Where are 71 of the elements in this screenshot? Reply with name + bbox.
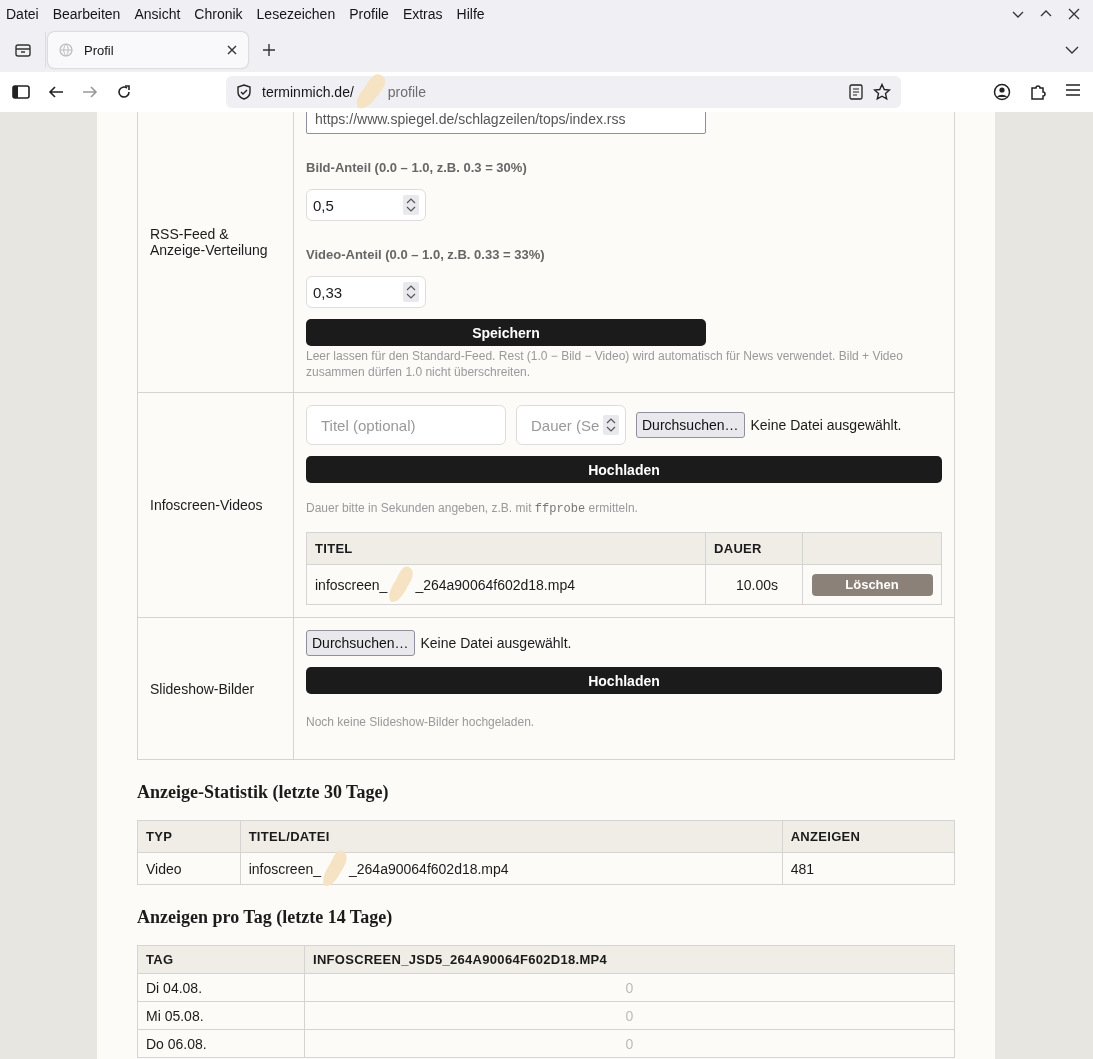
shield-icon xyxy=(236,84,252,100)
menu-item[interactable]: Extras xyxy=(402,6,443,22)
reload-icon[interactable] xyxy=(116,84,132,100)
field-label: Video-Anteil (0.0 – 1.0, z.B. 0.33 = 33%) xyxy=(306,247,545,262)
menu-item[interactable]: Bearbeiten xyxy=(52,6,121,22)
table-cell: Mi 05.08. xyxy=(137,1001,305,1030)
table-cell: Di 04.08. xyxy=(137,973,305,1002)
redaction-mark xyxy=(321,848,349,889)
column-header: ANZEIGEN xyxy=(782,820,955,853)
star-icon[interactable] xyxy=(873,83,891,101)
setting-label: Infoscreen-Videos xyxy=(150,497,263,513)
save-button[interactable]: Speichern xyxy=(306,319,706,346)
forward-icon xyxy=(82,84,98,100)
redaction-mark xyxy=(387,564,416,605)
tab-overview-icon[interactable] xyxy=(13,42,32,58)
table-cell: 0 xyxy=(304,1029,955,1058)
close-icon[interactable] xyxy=(1067,7,1081,21)
column-header: INFOSCREEN_JSD5_264A90064F602D18.MP4 xyxy=(304,945,955,974)
menu-item[interactable]: Ansicht xyxy=(134,6,181,22)
hint-text: Dauer bitte in Sekunden angeben, z.B. mit ffprobe ermitteln. xyxy=(306,500,638,517)
column-header: DAUER xyxy=(705,532,803,565)
address-bar[interactable]: terminmich.de/ profile xyxy=(226,76,901,108)
table-cell: Do 06.08. xyxy=(137,1029,305,1058)
column-header: TITEL xyxy=(306,532,706,565)
table-cell: 0 xyxy=(304,973,955,1002)
section-heading: Anzeige-Statistik (letzte 30 Tage) xyxy=(137,782,390,803)
hint-text: Leer lassen für den Standard-Feed. Rest (1.0 − Bild − Video) wird automatisch für News verwendet. Bild + Video zusammen dürfen 1.0 nicht überschreiten. xyxy=(306,348,904,380)
table-cell: infoscreen_ _264a90064f602d18.mp4 xyxy=(306,564,706,605)
spinner-icon[interactable] xyxy=(403,195,419,215)
column-header: TYP xyxy=(137,820,241,853)
menu-item[interactable]: Profile xyxy=(349,6,389,22)
browse-button[interactable]: Durchsuchen… xyxy=(306,630,415,656)
column-header: TAG xyxy=(137,945,305,974)
table-cell: 10.00s xyxy=(705,564,803,605)
globe-icon xyxy=(58,42,74,58)
close-icon[interactable] xyxy=(226,44,238,56)
extensions-icon[interactable] xyxy=(1029,83,1047,101)
table-cell: 481 xyxy=(782,852,955,885)
browser-tab[interactable]: Profil xyxy=(48,32,248,68)
menu-item[interactable]: Hilfe xyxy=(456,6,485,22)
menu-item[interactable]: Lesezeichen xyxy=(256,6,336,22)
table-cell: infoscreen_ _264a90064f602d18.mp4 xyxy=(240,852,783,885)
input-field[interactable]: https://www.spiegel.de/schlagzeilen/tops/index.rss xyxy=(306,112,706,134)
spinner-icon[interactable] xyxy=(403,282,419,302)
sidebar-icon[interactable] xyxy=(12,85,30,99)
menu-item[interactable]: Chronik xyxy=(194,6,243,22)
setting-label: RSS-Feed & Anzeige-Verteilung xyxy=(150,226,269,258)
column-header: TITEL/DATEI xyxy=(240,820,783,853)
field-label: Bild-Anteil (0.0 – 1.0, z.B. 0.3 = 30%) xyxy=(306,160,527,175)
reader-view-icon[interactable] xyxy=(849,84,863,100)
file-status: Keine Datei ausgewählt. xyxy=(420,635,572,651)
upload-button[interactable]: Hochladen xyxy=(306,667,942,694)
menu-item[interactable]: Datei xyxy=(6,6,39,22)
url-host: terminmich.de/ xyxy=(262,84,354,100)
table-cell: 0 xyxy=(304,1001,955,1030)
table-cell: Video xyxy=(137,852,241,885)
menu-icon[interactable] xyxy=(1065,83,1081,97)
browse-button[interactable]: Durchsuchen… xyxy=(636,412,745,438)
plus-icon[interactable] xyxy=(262,43,276,57)
number-field[interactable]: 0,5 xyxy=(306,189,426,221)
file-status: Keine Datei ausgewählt. xyxy=(750,417,902,433)
back-icon[interactable] xyxy=(48,84,64,100)
setting-label: Slideshow-Bilder xyxy=(150,680,255,697)
upload-button[interactable]: Hochladen xyxy=(306,456,942,483)
delete-button[interactable]: Löschen xyxy=(811,573,933,596)
number-field[interactable]: 0,33 xyxy=(306,276,426,308)
url-path: profile xyxy=(387,84,426,100)
hint-text: Noch keine Slideshow-Bilder hochgeladen. xyxy=(306,714,535,730)
account-icon[interactable] xyxy=(993,83,1011,101)
section-heading: Anzeigen pro Tag (letzte 14 Tage) xyxy=(137,907,394,928)
spinner-icon[interactable] xyxy=(603,415,619,435)
